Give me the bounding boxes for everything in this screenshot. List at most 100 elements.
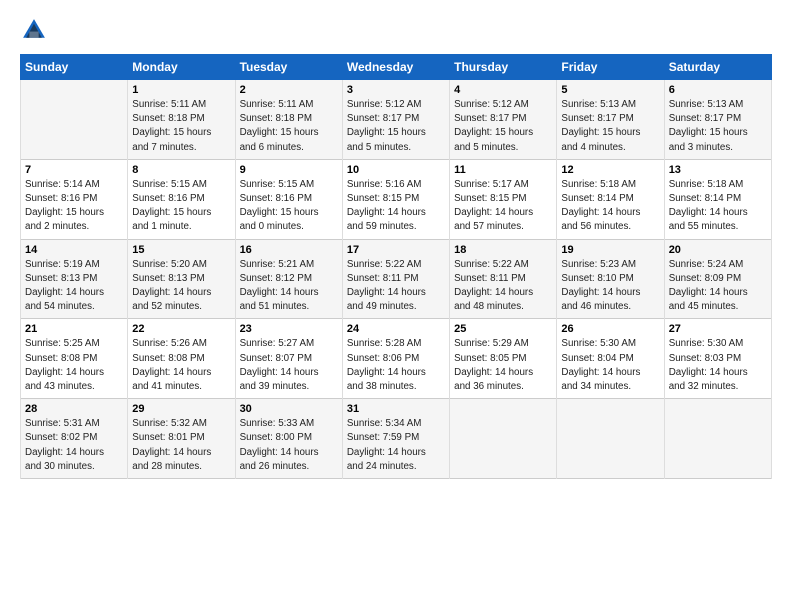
- day-number: 8: [132, 164, 230, 176]
- day-number: 5: [561, 84, 659, 96]
- calendar-cell: 23Sunrise: 5:27 AM Sunset: 8:07 PM Dayli…: [235, 319, 342, 399]
- day-number: 22: [132, 323, 230, 335]
- day-header-friday: Friday: [557, 55, 664, 80]
- day-header-sunday: Sunday: [21, 55, 128, 80]
- week-row-1: 1 Sunrise: 5:11 AM Sunset: 8:18 PM Daylig…: [21, 80, 772, 160]
- day-info: Sunrise: 5:32 AM Sunset: 8:01 PM Dayligh…: [132, 417, 230, 474]
- day-header-saturday: Saturday: [664, 55, 771, 80]
- day-number: 14: [25, 244, 123, 256]
- calendar-cell: 2Sunrise: 5:11 AM Sunset: 8:18 PM Daylig…: [235, 80, 342, 160]
- day-number: 6: [669, 84, 767, 96]
- calendar-cell: 28Sunrise: 5:31 AM Sunset: 8:02 PM Dayli…: [21, 399, 128, 479]
- logo: [20, 16, 52, 44]
- day-header-tuesday: Tuesday: [235, 55, 342, 80]
- calendar-cell: 10 Sunrise: 5:16 AM Sunset: 8:15 PM Dayli…: [342, 159, 449, 239]
- day-number: 28: [25, 403, 123, 415]
- calendar-cell: 16 Sunrise: 5:21 AM Sunset: 8:12 PM Dayli…: [235, 239, 342, 319]
- day-info: Sunrise: 5:30 AM Sunset: 8:04 PM Dayligh…: [561, 337, 659, 394]
- calendar-cell: 3Sunrise: 5:12 AM Sunset: 8:17 PM Daylig…: [342, 80, 449, 160]
- day-number: 30: [240, 403, 338, 415]
- day-number: 13: [669, 164, 767, 176]
- calendar-cell: 18 Sunrise: 5:22 AM Sunset: 8:11 PM Dayli…: [450, 239, 557, 319]
- page: SundayMondayTuesdayWednesdayThursdayFrid…: [0, 0, 792, 612]
- calendar-cell: 20 Sunrise: 5:24 AM Sunset: 8:09 PM Dayli…: [664, 239, 771, 319]
- day-info: Sunrise: 5:18 AM Sunset: 8:14 PM Dayligh…: [669, 178, 767, 235]
- day-info: Sunrise: 5:15 AM Sunset: 8:16 PM Dayligh…: [240, 178, 338, 235]
- day-info: Sunrise: 5:22 AM Sunset: 8:11 PM Dayligh…: [454, 258, 552, 315]
- calendar-cell: 9 Sunrise: 5:15 AM Sunset: 8:16 PM Daylig…: [235, 159, 342, 239]
- calendar-cell: 7Sunrise: 5:14 AM Sunset: 8:16 PM Daylig…: [21, 159, 128, 239]
- calendar-cell: 29 Sunrise: 5:32 AM Sunset: 8:01 PM Dayli…: [128, 399, 235, 479]
- day-info: Sunrise: 5:19 AM Sunset: 8:13 PM Dayligh…: [25, 258, 123, 315]
- day-info: Sunrise: 5:29 AM Sunset: 8:05 PM Dayligh…: [454, 337, 552, 394]
- day-number: 2: [240, 84, 338, 96]
- day-number: 31: [347, 403, 445, 415]
- day-number: 10: [347, 164, 445, 176]
- week-row-4: 21 Sunrise: 5:25 AM Sunset: 8:08 PM Dayli…: [21, 319, 772, 399]
- calendar-cell: [450, 399, 557, 479]
- calendar-cell: 8 Sunrise: 5:15 AM Sunset: 8:16 PM Daylig…: [128, 159, 235, 239]
- calendar-cell: 4Sunrise: 5:12 AM Sunset: 8:17 PM Daylig…: [450, 80, 557, 160]
- calendar-cell: [557, 399, 664, 479]
- day-number: 16: [240, 244, 338, 256]
- calendar-cell: 21 Sunrise: 5:25 AM Sunset: 8:08 PM Dayli…: [21, 319, 128, 399]
- calendar-cell: 30Sunrise: 5:33 AM Sunset: 8:00 PM Dayli…: [235, 399, 342, 479]
- day-info: Sunrise: 5:14 AM Sunset: 8:16 PM Dayligh…: [25, 178, 123, 235]
- day-header-monday: Monday: [128, 55, 235, 80]
- calendar-cell: 25 Sunrise: 5:29 AM Sunset: 8:05 PM Dayli…: [450, 319, 557, 399]
- day-number: 24: [347, 323, 445, 335]
- day-info: Sunrise: 5:22 AM Sunset: 8:11 PM Dayligh…: [347, 258, 445, 315]
- calendar-cell: 5 Sunrise: 5:13 AM Sunset: 8:17 PM Daylig…: [557, 80, 664, 160]
- day-header-thursday: Thursday: [450, 55, 557, 80]
- calendar-cell: [664, 399, 771, 479]
- day-info: Sunrise: 5:15 AM Sunset: 8:16 PM Dayligh…: [132, 178, 230, 235]
- calendar-cell: [21, 80, 128, 160]
- week-row-5: 28Sunrise: 5:31 AM Sunset: 8:02 PM Dayli…: [21, 399, 772, 479]
- day-number: 11: [454, 164, 552, 176]
- calendar-cell: 11Sunrise: 5:17 AM Sunset: 8:15 PM Dayli…: [450, 159, 557, 239]
- day-info: Sunrise: 5:28 AM Sunset: 8:06 PM Dayligh…: [347, 337, 445, 394]
- day-number: 19: [561, 244, 659, 256]
- day-info: Sunrise: 5:11 AM Sunset: 8:18 PM Dayligh…: [132, 98, 230, 155]
- day-info: Sunrise: 5:21 AM Sunset: 8:12 PM Dayligh…: [240, 258, 338, 315]
- day-info: Sunrise: 5:12 AM Sunset: 8:17 PM Dayligh…: [347, 98, 445, 155]
- calendar-cell: 31 Sunrise: 5:34 AM Sunset: 7:59 PM Dayli…: [342, 399, 449, 479]
- day-info: Sunrise: 5:24 AM Sunset: 8:09 PM Dayligh…: [669, 258, 767, 315]
- day-number: 9: [240, 164, 338, 176]
- calendar-cell: 14 Sunrise: 5:19 AM Sunset: 8:13 PM Dayli…: [21, 239, 128, 319]
- calendar-cell: 22 Sunrise: 5:26 AM Sunset: 8:08 PM Dayli…: [128, 319, 235, 399]
- day-header-wednesday: Wednesday: [342, 55, 449, 80]
- day-number: 26: [561, 323, 659, 335]
- day-info: Sunrise: 5:16 AM Sunset: 8:15 PM Dayligh…: [347, 178, 445, 235]
- day-number: 29: [132, 403, 230, 415]
- calendar-cell: 1 Sunrise: 5:11 AM Sunset: 8:18 PM Daylig…: [128, 80, 235, 160]
- day-number: 20: [669, 244, 767, 256]
- day-number: 1: [132, 84, 230, 96]
- calendar-cell: 12 Sunrise: 5:18 AM Sunset: 8:14 PM Dayli…: [557, 159, 664, 239]
- day-number: 17: [347, 244, 445, 256]
- day-info: Sunrise: 5:20 AM Sunset: 8:13 PM Dayligh…: [132, 258, 230, 315]
- day-number: 21: [25, 323, 123, 335]
- day-info: Sunrise: 5:27 AM Sunset: 8:07 PM Dayligh…: [240, 337, 338, 394]
- day-number: 18: [454, 244, 552, 256]
- calendar-cell: 19Sunrise: 5:23 AM Sunset: 8:10 PM Dayli…: [557, 239, 664, 319]
- day-number: 27: [669, 323, 767, 335]
- calendar-cell: 6 Sunrise: 5:13 AM Sunset: 8:17 PM Daylig…: [664, 80, 771, 160]
- week-row-2: 7Sunrise: 5:14 AM Sunset: 8:16 PM Daylig…: [21, 159, 772, 239]
- calendar-cell: 27 Sunrise: 5:30 AM Sunset: 8:03 PM Dayli…: [664, 319, 771, 399]
- day-number: 4: [454, 84, 552, 96]
- day-number: 25: [454, 323, 552, 335]
- calendar-cell: 15Sunrise: 5:20 AM Sunset: 8:13 PM Dayli…: [128, 239, 235, 319]
- day-info: Sunrise: 5:13 AM Sunset: 8:17 PM Dayligh…: [669, 98, 767, 155]
- day-info: Sunrise: 5:13 AM Sunset: 8:17 PM Dayligh…: [561, 98, 659, 155]
- day-info: Sunrise: 5:34 AM Sunset: 7:59 PM Dayligh…: [347, 417, 445, 474]
- day-info: Sunrise: 5:18 AM Sunset: 8:14 PM Dayligh…: [561, 178, 659, 235]
- day-number: 12: [561, 164, 659, 176]
- day-info: Sunrise: 5:26 AM Sunset: 8:08 PM Dayligh…: [132, 337, 230, 394]
- calendar-header-row: SundayMondayTuesdayWednesdayThursdayFrid…: [21, 55, 772, 80]
- logo-icon: [20, 16, 48, 44]
- day-info: Sunrise: 5:30 AM Sunset: 8:03 PM Dayligh…: [669, 337, 767, 394]
- calendar-cell: 17 Sunrise: 5:22 AM Sunset: 8:11 PM Dayli…: [342, 239, 449, 319]
- day-info: Sunrise: 5:25 AM Sunset: 8:08 PM Dayligh…: [25, 337, 123, 394]
- calendar-cell: 26 Sunrise: 5:30 AM Sunset: 8:04 PM Dayli…: [557, 319, 664, 399]
